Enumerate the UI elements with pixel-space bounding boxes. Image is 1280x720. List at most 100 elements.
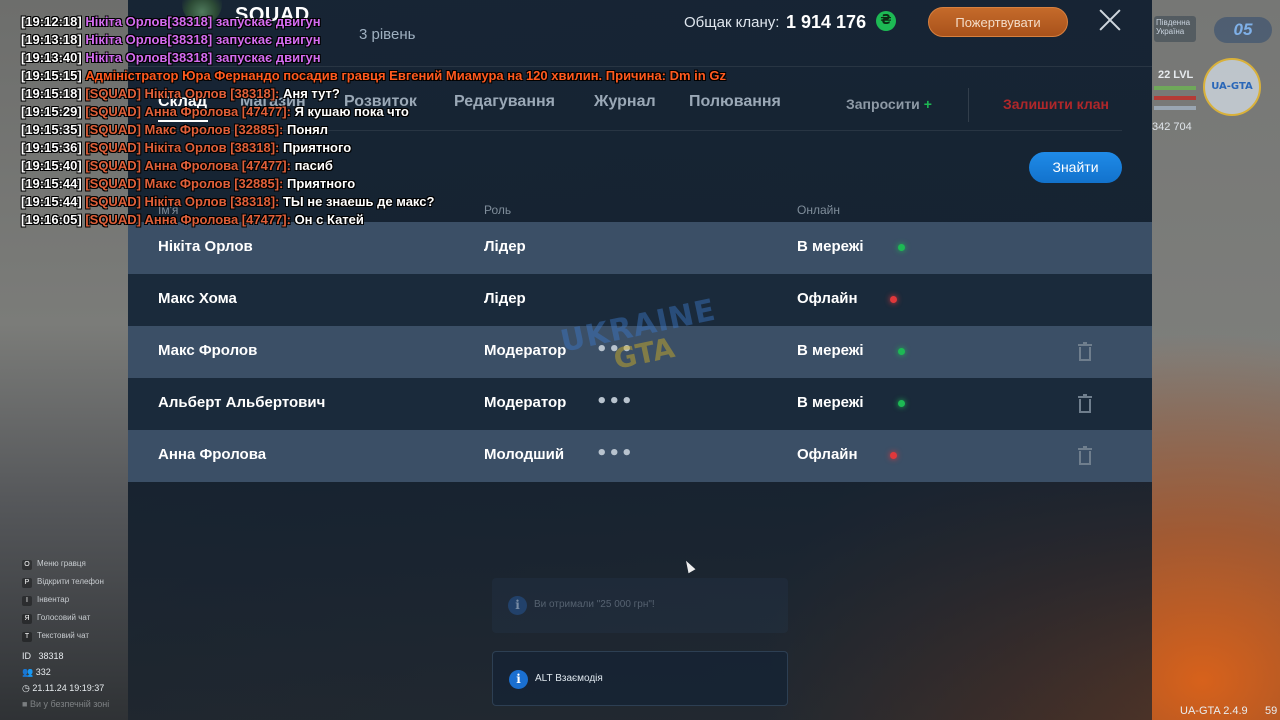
offline-indicator-icon	[890, 296, 897, 303]
hint-row: P Відкрити телефон	[22, 573, 104, 591]
online-count: 332	[35, 667, 51, 677]
chat-channel: [SQUAD]	[81, 212, 141, 227]
hotkey-hints: O Меню гравця P Відкрити телефон I Інвентар…	[22, 555, 104, 645]
table-row[interactable]: Нікіта Орлов Лідер В мережі	[128, 222, 1152, 274]
chat-author: Анна Фролова [47477]:	[140, 104, 291, 119]
chat-message: [19:16:05] [SQUAD] Анна Фролова [47477]:…	[21, 211, 726, 229]
chat-text: запускає двигун	[212, 14, 321, 29]
fading-notification: i Ви отримали "25 000 грн"!	[492, 578, 788, 633]
chat-author: Анна Фролова [47477]:	[140, 212, 291, 227]
chat-timestamp: [19:15:44]	[21, 176, 82, 191]
chat-author: Нікіта Орлов [38318]:	[140, 86, 280, 101]
hint-label: Текстовий чат	[37, 631, 90, 640]
fps-counter: 59	[1265, 705, 1278, 717]
chat-text: Адміністратор Юра Фернандо посадив гравц…	[81, 68, 726, 83]
trash-icon[interactable]	[1078, 342, 1092, 361]
member-status: Офлайн	[797, 290, 858, 307]
server-logo-icon: UA-GTA	[1203, 58, 1261, 116]
hint-label: Меню гравця	[37, 559, 86, 568]
chat-channel: [SQUAD]	[81, 176, 141, 191]
chat-timestamp: [19:15:44]	[21, 194, 82, 209]
people-icon: 👥	[22, 667, 34, 677]
trash-icon[interactable]	[1078, 446, 1092, 465]
hint-key: P	[22, 578, 32, 588]
invite-label: Запросити	[846, 96, 920, 112]
hint-label: Відкрити телефон	[37, 577, 104, 586]
online-indicator-icon	[898, 348, 905, 355]
info-icon: i	[508, 596, 527, 615]
chat-message: [19:12:18] Нікіта Орлов[38318] запускає …	[21, 13, 726, 31]
online-indicator-icon	[898, 244, 905, 251]
badge: 05	[1214, 17, 1272, 43]
hint-row: Т Текстовий чат	[22, 627, 104, 645]
chat-text: запускає двигун	[212, 32, 321, 47]
chat-text: Приятного	[283, 176, 356, 191]
offline-indicator-icon	[890, 452, 897, 459]
chat-text: Понял	[283, 122, 328, 137]
member-name: Нікіта Орлов	[158, 238, 253, 255]
member-name: Макс Хома	[158, 290, 237, 307]
close-icon[interactable]	[1098, 8, 1122, 32]
chat-timestamp: [19:16:05]	[21, 212, 82, 227]
player-stats: ID 38318 👥 332 ◷ 21.11.24 19:19:37 ■ Ви …	[22, 648, 109, 712]
chat-timestamp: [19:12:18]	[21, 14, 82, 29]
chat-author: Анна Фролова [47477]:	[140, 158, 291, 173]
role-menu-icon[interactable]: •••	[596, 443, 634, 464]
invite-button[interactable]: Запросити +	[846, 96, 932, 112]
member-name: Альберт Альбертович	[158, 394, 326, 411]
member-name: Анна Фролова	[158, 446, 267, 463]
column-header-online: Онлайн	[797, 203, 840, 217]
chat-author: Нікіта Орлов [38318]:	[140, 194, 280, 209]
actions-divider	[968, 88, 969, 122]
chat-text: Аня тут?	[279, 86, 340, 101]
armor-bar	[1154, 96, 1196, 100]
hint-key: Я	[22, 614, 32, 624]
chat-message: [19:15:15] Адміністратор Юра Фернандо по…	[21, 67, 726, 85]
chat-message: [19:15:44] [SQUAD] Макс Фролов [32885]: …	[21, 175, 726, 193]
safe-zone-text: Ви у безпечній зоні	[29, 699, 110, 709]
member-role: Модератор	[484, 394, 567, 411]
hint-label: Інвентар	[37, 595, 70, 604]
treasury-value: 1 914 176	[786, 12, 867, 32]
chat-channel: [SQUAD]	[81, 158, 141, 173]
info-icon: i	[509, 670, 528, 689]
plus-icon: +	[923, 96, 932, 112]
interaction-hint: i ALT Взаємодія	[492, 651, 788, 706]
chat-timestamp: [19:13:18]	[21, 32, 82, 47]
chat-message: [19:15:29] [SQUAD] Анна Фролова [47477]:…	[21, 103, 726, 121]
id-label: ID	[22, 651, 31, 661]
chat-author: Нікіта Орлов [38318]:	[140, 140, 280, 155]
chat-log: [19:12:18] Нікіта Орлов[38318] запускає …	[21, 13, 726, 229]
hint-row: O Меню гравця	[22, 555, 104, 573]
chat-text: запускає двигун	[212, 50, 321, 65]
leave-clan-button[interactable]: Залишити клан	[1003, 96, 1109, 112]
hint-row: I Інвентар	[22, 591, 104, 609]
find-button[interactable]: Знайти	[1029, 152, 1122, 183]
region-label: Південна Україна	[1154, 16, 1196, 42]
hryvnia-icon: ₴	[876, 11, 896, 31]
notification-text: ALT Взаємодія	[535, 673, 603, 684]
member-role: Лідер	[484, 238, 526, 255]
shield-icon: ■	[22, 699, 28, 709]
member-status: В мережі	[797, 394, 864, 411]
hint-key: Т	[22, 632, 32, 642]
online-indicator-icon	[898, 400, 905, 407]
donate-button[interactable]: Пожертвувати	[928, 7, 1068, 37]
chat-timestamp: [19:15:40]	[21, 158, 82, 173]
hunger-bar	[1154, 106, 1196, 110]
chat-message: [19:15:35] [SQUAD] Макс Фролов [32885]: …	[21, 121, 726, 139]
member-role: Молодший	[484, 446, 565, 463]
player-id: 38318	[38, 651, 64, 661]
chat-message: [19:15:44] [SQUAD] Нікіта Орлов [38318]:…	[21, 193, 726, 211]
member-role: Лідер	[484, 290, 526, 307]
chat-text: Приятного	[279, 140, 352, 155]
chat-author: Нікіта Орлов[38318]	[81, 14, 213, 29]
table-row[interactable]: Анна Фролова Молодший ••• Офлайн	[128, 430, 1152, 482]
chat-timestamp: [19:15:15]	[21, 68, 82, 83]
trash-icon[interactable]	[1078, 394, 1092, 413]
chat-author: Макс Фролов [32885]:	[140, 122, 284, 137]
chat-timestamp: [19:13:40]	[21, 50, 82, 65]
chat-author: Нікіта Орлов[38318]	[81, 50, 213, 65]
notification-text: Ви отримали "25 000 грн"!	[534, 599, 655, 610]
datetime: 21.11.24 19:19:37	[32, 683, 105, 693]
